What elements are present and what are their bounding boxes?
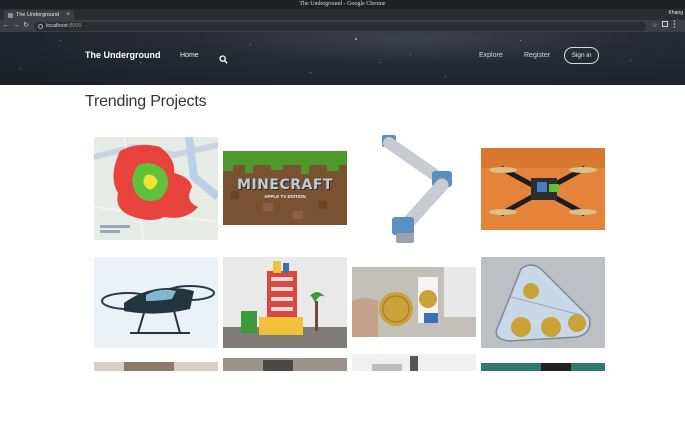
project-card-row3-3[interactable] [352,354,476,371]
url-input[interactable]: localhost :8000 [34,21,646,31]
browser-tab[interactable]: The Underground × [4,10,74,20]
address-bar: ← → ↻ localhost :8000 ☆ [0,19,685,33]
forward-button[interactable]: → [12,20,20,32]
brand-logo[interactable]: The Underground [85,32,161,79]
project-card-row3-1[interactable] [94,362,218,371]
project-card-lego-building[interactable] [223,257,347,348]
menu-icon[interactable] [673,19,676,33]
tab-strip: The Underground × Khang [0,9,685,20]
tab-title: The Underground [16,12,60,18]
minecraft-logo-text: MINECRAFT [237,177,333,193]
page-title: Trending Projects [85,93,207,110]
project-card-row3-4[interactable] [481,363,605,371]
favicon-icon [8,12,13,18]
star-icon[interactable]: ☆ [652,20,657,33]
project-card-robot-arm[interactable] [352,133,476,249]
nav-home-link[interactable]: Home [180,32,199,79]
close-icon[interactable]: × [66,12,70,18]
signin-button[interactable]: Sign in [564,47,599,64]
extension-icon[interactable] [662,20,669,33]
reload-button[interactable]: ↻ [22,20,30,32]
project-card-flying-car[interactable] [94,257,218,348]
url-text: localhost [46,23,68,29]
project-card-row3-2[interactable] [223,358,347,371]
back-button[interactable]: ← [2,20,10,32]
nav-register-link[interactable]: Register [524,32,550,79]
nav-explore-link[interactable]: Explore [479,32,503,79]
profile-name[interactable]: Khang [669,9,683,18]
url-port: :8000 [67,23,82,29]
project-card-tank-tracks[interactable] [481,257,605,348]
info-icon[interactable] [38,23,43,29]
minecraft-subtitle: APPLE TV EDITION [264,194,306,199]
project-card-drone[interactable] [481,148,605,230]
window-title: The Underground - Google Chrome [299,1,386,7]
project-card-coin-gadget[interactable] [352,267,476,337]
site-header: The Underground Home Explore Register Si… [0,32,685,85]
project-card-heatmap[interactable] [94,137,218,240]
search-icon[interactable] [219,51,228,64]
os-titlebar: The Underground - Google Chrome [0,0,685,9]
